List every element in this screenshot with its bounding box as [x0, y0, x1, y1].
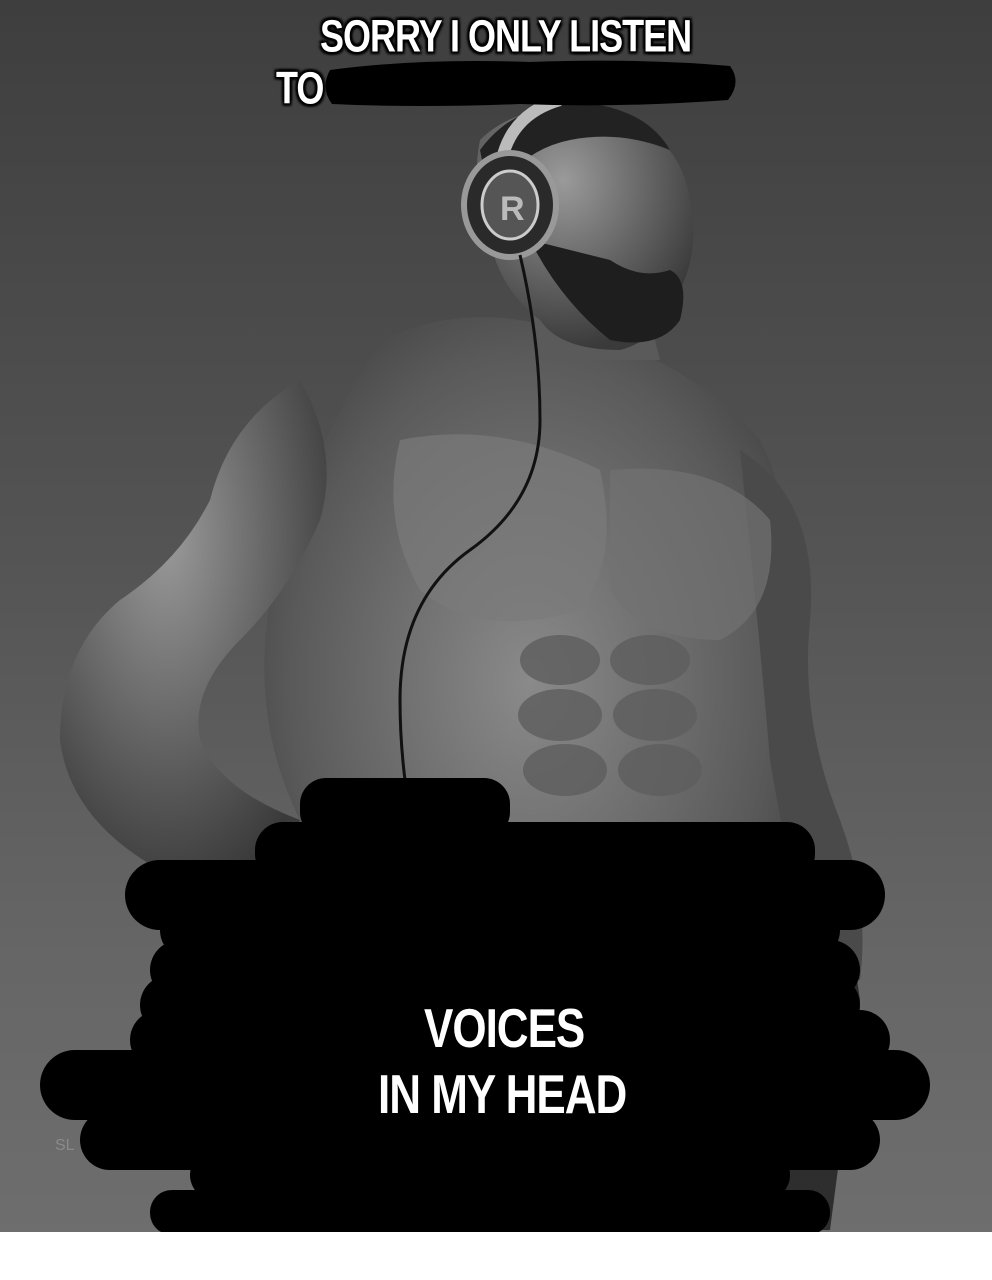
bottom-margin — [0, 1232, 992, 1280]
chest — [393, 434, 607, 622]
meme-image: R SORRY I ONLY LISTEN TO VOICES IN MY HE… — [0, 0, 992, 1280]
caption-bottom-line1: VOICES — [424, 998, 585, 1060]
watermark: SL — [55, 1137, 75, 1154]
caption-top-line2: TO — [276, 62, 324, 114]
redaction-top — [325, 60, 736, 106]
svg-text:R: R — [500, 190, 525, 228]
caption-top-line1: SORRY I ONLY LISTEN — [320, 10, 692, 62]
caption-bottom-line2: IN MY HEAD — [378, 1064, 627, 1126]
